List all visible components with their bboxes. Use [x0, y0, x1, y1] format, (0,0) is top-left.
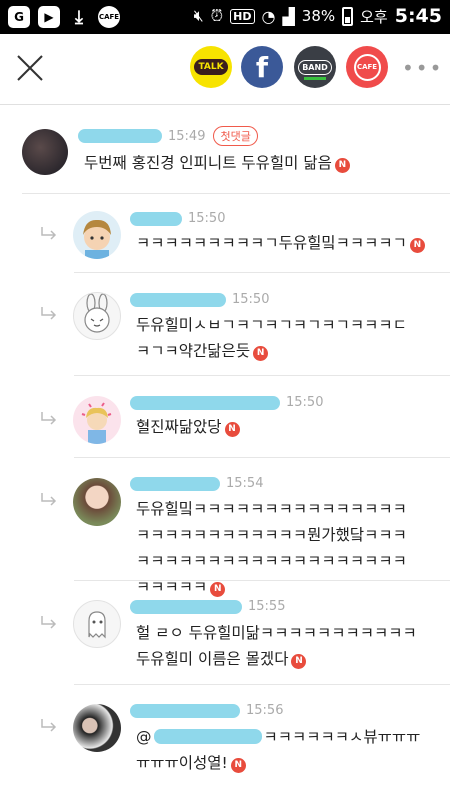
comment-meta: 15:49 첫댓글 — [78, 126, 258, 146]
reply-arrow-icon — [41, 227, 57, 240]
new-badge: N — [409, 238, 425, 253]
author-name[interactable] — [130, 703, 240, 718]
comment-meta: 15:54 — [130, 476, 263, 491]
band-share-button[interactable]: BAND — [294, 46, 336, 88]
comment-time: 15:49 — [168, 128, 206, 144]
reply-arrow-icon — [41, 412, 57, 425]
comment-meta: 15:50 — [130, 395, 323, 410]
girl-cartoon-icon — [81, 402, 112, 444]
hd-icon: HD — [230, 8, 255, 24]
author-name[interactable] — [130, 599, 242, 614]
comment-meta: 15:56 — [130, 703, 283, 718]
cafe-icon: CAFE — [98, 6, 120, 28]
g-app-icon: G — [8, 6, 30, 28]
facebook-share-button[interactable]: f — [241, 46, 283, 88]
mute-icon: 🔇︎ — [193, 6, 204, 25]
comment-text: @ ㅋㅋㅋㅋㅋㅋㅅ뷰ㅠㅠㅠㅠㅠㅠ이성열! N — [136, 728, 421, 773]
new-badge: N — [334, 158, 350, 173]
comment-text: 헐 ㄹㅇ 두유힐미닮ㅋㅋㅋㅋㅋㅋㅋㅋㅋㅋㅋ 두유힐미 이름은 몰겠다 N — [136, 624, 417, 669]
comment-divider — [74, 580, 450, 581]
cafe-share-button[interactable]: CAFE — [346, 46, 388, 88]
mention[interactable] — [153, 729, 262, 744]
comment-divider — [74, 457, 450, 458]
ampm-label: 오후 — [360, 7, 388, 26]
author-name[interactable] — [130, 292, 226, 307]
new-badge: N — [230, 758, 246, 773]
battery-icon — [342, 6, 354, 26]
comment-time: 15:54 — [226, 476, 264, 491]
comment-text: 혈진짜닮았당 N — [136, 414, 436, 440]
reply-arrow-icon — [41, 719, 57, 732]
avatar[interactable] — [73, 211, 121, 259]
comment-divider — [22, 193, 450, 194]
new-badge: N — [210, 582, 226, 597]
reply-arrow-icon — [41, 493, 57, 506]
boy-cartoon-icon — [83, 219, 111, 259]
comment-divider — [74, 375, 450, 376]
more-options-button[interactable]: ••• — [402, 56, 443, 80]
new-badge: N — [253, 346, 269, 361]
status-bar: G ▶ ⤓ CAFE 🔇︎ ⏰︎ HD ◔ ▟ 38% 오후 5:45 — [0, 0, 450, 34]
author-name[interactable] — [130, 476, 220, 491]
battery-percent: 38% — [301, 7, 336, 25]
comment-time: 15:56 — [246, 703, 284, 718]
reply-arrow-icon — [41, 307, 57, 320]
alarm-icon: ⏰︎ — [210, 6, 224, 25]
comment-text: 두유힐밐ㅋㅋㅋㅋㅋㅋㅋㅋㅋㅋㅋㅋㅋㅋㅋㅋㅋㅋㅋㅋㅋㅋㅋㅋㅋㅋㅋ뭔가했닼ㅋㅋㅋㅋㅋ… — [136, 500, 407, 597]
avatar[interactable] — [73, 600, 121, 648]
comment-divider — [74, 684, 450, 685]
comment-time: 15:55 — [248, 599, 286, 614]
band-bar-decoration — [304, 77, 326, 80]
ghost-cartoon-icon — [88, 611, 106, 639]
comment-time: 15:50 — [286, 395, 324, 410]
clock: 5:45 — [394, 5, 442, 27]
bunny-cartoon-icon — [84, 293, 110, 333]
close-icon[interactable] — [14, 52, 46, 84]
header-divider — [0, 104, 450, 105]
comment-meta: 15:55 — [130, 599, 285, 614]
new-badge: N — [224, 422, 240, 437]
first-comment-badge: 첫댓글 — [213, 126, 258, 146]
signal-icon: ▟ — [282, 6, 295, 26]
avatar[interactable] — [73, 478, 121, 526]
comment-text: ㅋㅋㅋㅋㅋㅋㅋㅋㅋㄱ두유힐밐ㅋㅋㅋㅋㄱ N — [136, 230, 436, 256]
avatar[interactable] — [73, 396, 121, 444]
kakaotalk-share-button[interactable]: TALK — [190, 46, 232, 88]
comment-time: 15:50 — [188, 211, 226, 226]
author-name[interactable] — [130, 211, 182, 226]
download-icon: ⤓ — [75, 6, 83, 28]
comment-text: 두번째 홍진경 인피니트 두유힐미 닮음 N — [84, 150, 424, 176]
comment-time: 15:50 — [232, 292, 270, 307]
author-name[interactable] — [78, 129, 162, 143]
author-name[interactable] — [130, 395, 280, 410]
play-icon: ▶ — [38, 6, 60, 28]
comment-meta: 15:50 — [130, 211, 225, 226]
wifi-icon: ◔ — [261, 6, 276, 26]
comment-divider — [74, 272, 450, 273]
cafe-ring-icon: CAFE — [353, 53, 381, 81]
new-badge: N — [291, 654, 307, 669]
reply-arrow-icon — [41, 616, 57, 629]
comment-text: 두유힐미ㅅㅂㄱㅋㄱㅋㄱㅋㄱㅋㄱㅋㅋㅋㄷㅋㄱㅋ약간닮은듯 N — [136, 316, 407, 361]
share-toolbar: TALK f BAND CAFE ••• — [0, 34, 450, 104]
avatar[interactable] — [22, 129, 68, 175]
avatar[interactable] — [73, 292, 121, 340]
comment-meta: 15:50 — [130, 292, 269, 307]
avatar[interactable] — [73, 704, 121, 752]
